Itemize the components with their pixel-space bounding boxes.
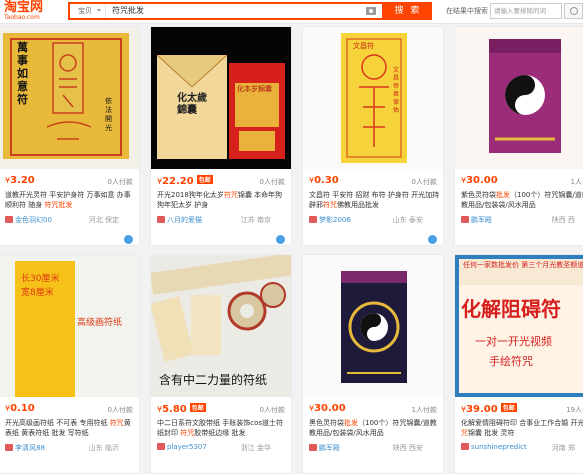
product-image[interactable]: 长30厘米 宽8厘米 高级画符纸 [0, 255, 139, 397]
product-price: ¥39.00 包邮 [461, 403, 517, 415]
product-card[interactable]: 化太歲錦囊 化本岁錦囊 ¥22.20 包邮 0人付款 开光2018狗年化太岁符咒锦… [150, 26, 292, 246]
shop-link[interactable]: 鹏军殿 [309, 443, 340, 453]
location: 河南 郑 [551, 444, 575, 452]
product-image[interactable] [455, 27, 583, 169]
shop-link[interactable]: sunshinepredict [461, 443, 527, 451]
wangwang-chat-icon[interactable] [428, 235, 437, 244]
exclude-words-input[interactable]: 请输入要排除的词 [490, 3, 562, 19]
product-card[interactable]: 文昌符 文昌帝君保佑 ¥0.30 0人付款 文昌符 平安符 招财 布符 护身符 … [302, 26, 444, 246]
product-image[interactable]: 萬事如意符 依法開光 [0, 27, 139, 169]
paid-count: 0人付款 [107, 178, 133, 186]
image-text: 一对一开光视频 [475, 335, 552, 348]
product-card[interactable]: 萬事如意符 依法開光 ¥3.20 0人付款 道教开光灵符 平安护身符 万事如意 … [0, 26, 140, 246]
shop-icon [309, 444, 317, 451]
product-price: ¥0.10 [5, 403, 35, 414]
top-bar: 淘宝网 Taobao.com 宝贝 符咒批发 搜 索 在结果中搜索 请输入要排除… [0, 0, 583, 24]
product-title[interactable]: 道教开光灵符 平安护身符 万事如意 办事顺利符 随身 符咒批发 [5, 190, 137, 210]
product-title[interactable]: 开光高级画符纸 不可表 专用符纸 符咒黄表纸 黄表符纸 批发 写符纸 [5, 418, 137, 438]
product-card[interactable]: 含有中二力量的符纸 ¥5.80 包邮 0人付款 中二日系符文胶带纸 手账装饰cos… [150, 254, 292, 474]
product-image[interactable]: 含有中二力量的符纸 [151, 255, 291, 397]
location: 山东 泰安 [392, 216, 423, 224]
logo-subtext: Taobao.com [4, 14, 40, 21]
shop-link[interactable]: 金色羽幻00 [5, 215, 52, 225]
image-text: 化解阻碍符 [461, 297, 561, 321]
image-text: 化太歲錦囊 [177, 93, 207, 116]
product-card[interactable]: ¥30.00 1人付 紫色灵符袋批发（100个）符咒锦囊/道教教用品/包装袋/风… [454, 26, 583, 246]
free-shipping-badge: 包邮 [196, 175, 213, 184]
shop-link[interactable]: 李清风88 [5, 443, 45, 453]
wangwang-chat-icon[interactable] [124, 235, 133, 244]
image-text: 化本岁錦囊 [237, 85, 272, 93]
image-text: 文昌符 [353, 42, 374, 50]
location: 山东 临沂 [88, 444, 119, 452]
product-price: ¥30.00 [309, 403, 346, 414]
product-title[interactable]: 化解爱情阻碍符印 合事业工作合婚 开光符咒锦囊 批发 灵符 [461, 418, 583, 438]
product-title[interactable]: 文昌符 平安符 招财 布符 护身符 开光加持辟邪符咒佛教用品批发 [309, 190, 441, 210]
paid-count: 0人付款 [259, 178, 285, 186]
product-title[interactable]: 紫色灵符袋批发（100个）符咒锦囊/道教教用品/包装袋/风水用品 [461, 190, 583, 210]
product-title[interactable]: 黑色灵符袋批发（100个）符咒锦囊/道教教用品/包装袋/风水用品 [309, 418, 441, 438]
product-image[interactable]: 化太歲錦囊 化本岁錦囊 [151, 27, 291, 169]
shop-link[interactable]: player5307 [157, 443, 207, 451]
shop-icon [157, 443, 165, 450]
search-category-label: 宝贝 [78, 7, 92, 15]
product-price: ¥3.20 [5, 175, 35, 186]
location: 浙江 金华 [240, 444, 271, 452]
product-price: ¥22.20 包邮 [157, 175, 213, 187]
search-icon[interactable] [564, 3, 583, 19]
product-card[interactable]: 长30厘米 宽8厘米 高级画符纸 ¥0.10 0人付款 开光高级画符纸 不可表 … [0, 254, 140, 474]
shop-icon [5, 216, 13, 223]
taobao-logo[interactable]: 淘宝网 Taobao.com [4, 1, 58, 23]
shop-link[interactable]: 八月的爱猫 [157, 215, 202, 225]
paid-count: 0人付款 [411, 178, 437, 186]
search-input[interactable]: 符咒批发 [112, 4, 144, 18]
shop-link[interactable]: 鹏军殿 [461, 215, 492, 225]
image-text: 宽8厘米 [21, 288, 54, 298]
image-text: 依法開光 [105, 97, 112, 132]
image-text: 文昌帝君保佑 [393, 67, 400, 114]
search-category-select[interactable]: 宝贝 [70, 4, 106, 18]
free-shipping-badge: 包邮 [500, 403, 517, 412]
product-price: ¥0.30 [309, 175, 339, 186]
location: 河北 保定 [88, 216, 119, 224]
paid-count: 1人付 [570, 178, 583, 186]
product-price: ¥5.80 包邮 [157, 403, 206, 415]
image-text: 萬事如意符 [17, 41, 28, 106]
product-price: ¥30.00 [461, 175, 498, 186]
product-image[interactable] [303, 255, 443, 397]
product-image[interactable]: 任何一家数批发价 第三个月光教圣额道 化解阻碍符 一对一开光视频 手绘符咒 [455, 255, 583, 397]
shop-icon [157, 216, 165, 223]
image-text: 任何一家数批发价 第三个月光教圣额道 [463, 261, 583, 269]
paid-count: 1人付款 [411, 406, 437, 414]
free-shipping-badge: 包邮 [189, 403, 206, 412]
shop-icon [309, 216, 317, 223]
product-card[interactable]: 任何一家数批发价 第三个月光教圣额道 化解阻碍符 一对一开光视频 手绘符咒 ¥3… [454, 254, 583, 474]
location: 陕西 西安 [392, 444, 423, 452]
product-image[interactable]: 文昌符 文昌帝君保佑 [303, 27, 443, 169]
image-text: 手绘符咒 [489, 355, 533, 368]
image-text: 高级画符纸 [77, 318, 123, 328]
product-title[interactable]: 中二日系符文胶带纸 手账装饰cos道士符纸封印 符咒胶带纸边缘 批发 [157, 418, 289, 438]
chevron-down-icon [97, 9, 101, 12]
paid-count: 0人付款 [107, 406, 133, 414]
product-card[interactable]: ¥30.00 1人付款 黑色灵符袋批发（100个）符咒锦囊/道教教用品/包装袋/… [302, 254, 444, 474]
paid-count: 0人付款 [259, 406, 285, 414]
search-button[interactable]: 搜 索 [384, 2, 432, 20]
wangwang-chat-icon[interactable] [276, 235, 285, 244]
logo-text: 淘宝网 [4, 0, 44, 15]
shop-link[interactable]: 梦影2006 [309, 215, 351, 225]
search-box[interactable]: 宝贝 符咒批发 [68, 2, 384, 20]
shop-icon [461, 443, 469, 450]
location: 陕西 西 [551, 216, 575, 224]
product-title[interactable]: 开光2018狗年化太岁符咒锦囊 本命年狗 狗年犯太岁 护身 [157, 190, 289, 210]
location: 江苏 南京 [240, 216, 271, 224]
image-text: 含有中二力量的符纸 [159, 373, 268, 387]
shop-icon [461, 216, 469, 223]
shop-icon [5, 444, 13, 451]
image-text: 长30厘米 [21, 274, 60, 284]
camera-icon[interactable] [366, 7, 376, 15]
search-in-results-label: 在结果中搜索 [446, 7, 488, 15]
paid-count: 19人付 [566, 406, 583, 414]
